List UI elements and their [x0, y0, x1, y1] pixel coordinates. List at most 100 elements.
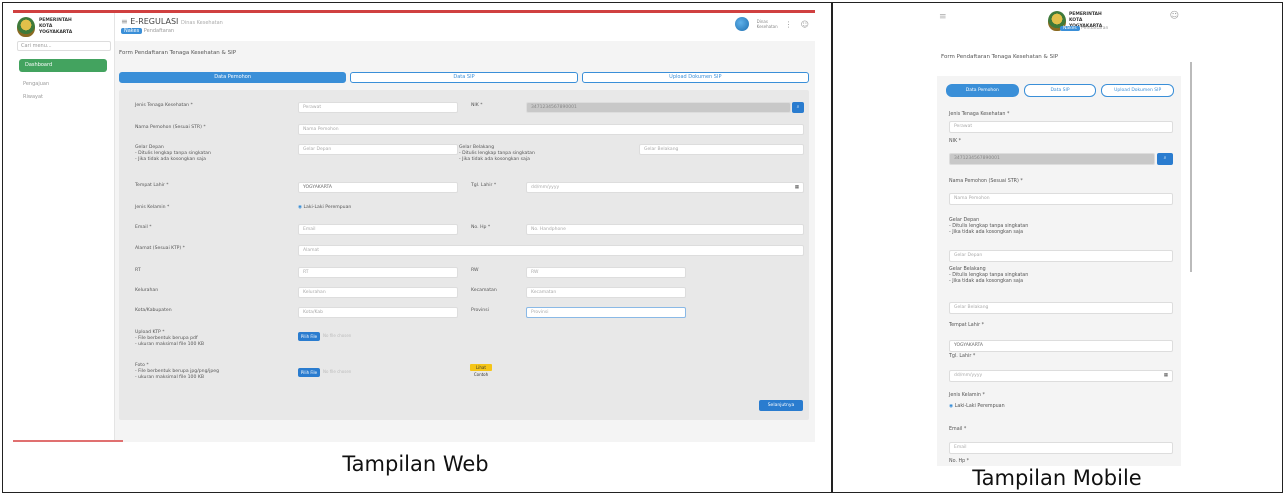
- tab-data-pemohon[interactable]: Data Pemohon: [946, 84, 1019, 97]
- tempat-label: Tempat Lahir *: [949, 323, 985, 328]
- nik-input[interactable]: 3471234567890001: [526, 102, 791, 113]
- gelar-belakang-hint: - Jika tidak ada kosongkan saja: [949, 279, 1024, 284]
- provinsi-input[interactable]: Provinsi: [526, 307, 686, 318]
- nama-input[interactable]: Nama Pemohon: [949, 193, 1173, 205]
- tab-upload-dokumen[interactable]: Upload Dokumen SIP: [1101, 84, 1175, 97]
- footer-accent: [13, 440, 123, 442]
- nama-label: Nama Pemohon (Sesuai STR) *: [949, 179, 1023, 184]
- email-label: Email *: [949, 427, 967, 432]
- grid-icon[interactable]: ⋮: [785, 20, 793, 29]
- pilih-file-foto-button[interactable]: Pilih File: [298, 368, 320, 377]
- nama-label: Nama Pemohon (Sesuai STR) *: [135, 125, 206, 130]
- user-icon[interactable]: ☺: [801, 20, 809, 29]
- kota-label: Kota/Kabupaten: [135, 308, 172, 313]
- foto-hint: - ukuran maksimal file 100 KB: [135, 375, 205, 380]
- kecamatan-input[interactable]: Kecamatan: [526, 287, 686, 298]
- email-input[interactable]: Email: [298, 224, 458, 235]
- globe-icon[interactable]: [734, 17, 749, 31]
- mobile-scrollbar[interactable]: [1190, 62, 1192, 272]
- breadcrumb-item[interactable]: Pendaftaran: [1081, 26, 1108, 31]
- form-title: Form Pendaftaran Tenaga Kesehatan & SIP: [119, 50, 237, 56]
- header: ≡ E-REGULASI Dinas Kesehatan Nakes Penda…: [115, 13, 815, 41]
- app-title-text: E-REGULASI: [130, 17, 179, 26]
- lihat-contoh-button[interactable]: Lihat Contoh: [470, 364, 492, 377]
- jenis-nakes-label: Jenis Tenaga Kesehatan *: [135, 103, 193, 108]
- ktp-file-status: No file chosen: [323, 333, 352, 338]
- email-label: Email *: [135, 225, 152, 230]
- selanjutnya-button[interactable]: Selanjutnya: [759, 400, 803, 411]
- email-input[interactable]: Email: [949, 442, 1173, 454]
- gelar-depan-input[interactable]: Gelar Depan: [298, 144, 458, 155]
- nik-input[interactable]: 3471234567890001: [949, 153, 1155, 165]
- hamburger-icon[interactable]: ≡: [939, 12, 947, 22]
- mobile-form-tabs: Data Pemohon Data SIP Upload Dokumen SIP: [946, 84, 1175, 97]
- mobile-screenshot: ≡ PEMERINTAH KOTA YOGYAKARTA ☺ Nakes Pen…: [933, 8, 1185, 466]
- radio-icon[interactable]: ◉: [949, 404, 953, 409]
- calendar-icon[interactable]: ▦: [1164, 371, 1168, 381]
- rw-input[interactable]: RW: [526, 267, 686, 278]
- rt-label: RT: [135, 268, 141, 273]
- search-nik-button[interactable]: ⌕: [1157, 153, 1173, 165]
- tab-data-pemohon[interactable]: Data Pemohon: [119, 72, 347, 83]
- tgl-input[interactable]: dd/mm/yyyy ▦: [949, 370, 1173, 382]
- nik-label: NIK *: [471, 103, 483, 108]
- pilih-file-ktp-button[interactable]: Pilih File: [298, 332, 320, 341]
- form-card: Jenis Tenaga Kesehatan * Perawat NIK * 3…: [119, 90, 809, 420]
- gelar-belakang-hint: - Jika tidak ada kosongkan saja: [459, 157, 530, 162]
- rw-label: RW: [471, 268, 479, 273]
- mobile-form-title: Form Pendaftaran Tenaga Kesehatan & SIP: [941, 54, 1059, 60]
- user-icon[interactable]: ☺: [1170, 11, 1179, 21]
- alamat-input[interactable]: Alamat: [298, 245, 804, 256]
- jenis-label: Jenis Tenaga Kesehatan *: [949, 112, 1010, 117]
- jenis-nakes-select[interactable]: Perawat: [298, 102, 458, 113]
- kota-input[interactable]: Kota/Kab: [298, 307, 458, 318]
- tgl-lahir-label: Tgl. Lahir *: [471, 183, 497, 188]
- alamat-label: Alamat (Sesuai KTP) *: [135, 246, 185, 251]
- gelar-belakang-input[interactable]: Gelar Belakang: [639, 144, 804, 155]
- tab-data-sip[interactable]: Data SIP: [1023, 84, 1097, 97]
- gelar-belakang-label: Gelar Belakang - Ditulis lengkap tanpa s…: [459, 145, 535, 163]
- hp-input[interactable]: No. Handphone: [526, 224, 804, 235]
- panel-divider: [831, 2, 833, 493]
- hp-label: No. Hp *: [949, 459, 970, 464]
- jk-radio-group[interactable]: ◉ Laki-Laki Perempuan: [949, 404, 1005, 410]
- gelar-belakang-input[interactable]: Gelar Belakang: [949, 302, 1173, 314]
- breadcrumb-badge[interactable]: Nakes: [121, 28, 143, 34]
- gelar-depan-hint: - Jika tidak ada kosongkan saja: [949, 230, 1024, 235]
- search-icon: ⌕: [1163, 156, 1167, 161]
- city-emblem-icon: [17, 17, 35, 37]
- jenis-select[interactable]: Perawat: [949, 121, 1173, 133]
- jk-radio-group[interactable]: ◉ Laki-Laki Perempuan: [298, 205, 351, 211]
- radio-icon[interactable]: ◉: [298, 205, 302, 210]
- breadcrumb-item[interactable]: Pendaftaran: [144, 28, 174, 34]
- breadcrumb: Nakes Pendaftaran: [121, 28, 174, 34]
- nik-label: NIK *: [949, 139, 962, 144]
- calendar-icon[interactable]: ▦: [795, 183, 799, 192]
- logo-text: PEMERINTAH KOTA YOGYAKARTA: [39, 18, 73, 35]
- sidebar-search-input[interactable]: Cari menu...: [17, 41, 111, 51]
- foto-file-status: No file chosen: [323, 369, 352, 374]
- header-actions: Dinas Kesehatan ⋮ ☺: [734, 17, 809, 31]
- kelurahan-input[interactable]: Kelurahan: [298, 287, 458, 298]
- nama-input[interactable]: Nama Pemohon: [298, 124, 804, 135]
- hp-label: No. Hp *: [471, 225, 491, 230]
- tgl-lahir-input[interactable]: dd/mm/yyyy ▦: [526, 182, 804, 193]
- rt-input[interactable]: RT: [298, 267, 458, 278]
- upload-ktp-label: Upload KTP * - File berbentuk berupa pdf…: [135, 330, 204, 348]
- breadcrumb-badge[interactable]: Nakes: [1060, 26, 1080, 31]
- sidebar-item-pengajuan[interactable]: Pengajuan: [23, 81, 49, 87]
- gelar-depan-input[interactable]: Gelar Depan: [949, 250, 1173, 262]
- tab-upload-dokumen[interactable]: Upload Dokumen SIP: [581, 72, 809, 83]
- tempat-input[interactable]: YOGYAKARTA: [949, 340, 1173, 352]
- tempat-lahir-input[interactable]: YOGYAKARTA: [298, 182, 458, 193]
- sidebar-item-riwayat[interactable]: Riwayat: [23, 94, 43, 100]
- gelar-belakang-label: Gelar Belakang - Ditulis lengkap tanpa s…: [949, 267, 1028, 285]
- provinsi-label: Provinsi: [471, 308, 489, 313]
- logo[interactable]: PEMERINTAH KOTA YOGYAKARTA: [17, 17, 83, 37]
- sidebar-item-dashboard[interactable]: Dashboard: [19, 59, 107, 72]
- foto-label: Foto * - File berbentuk berupa jpg/png/j…: [135, 363, 219, 381]
- menu-icon[interactable]: ≡: [121, 17, 128, 26]
- web-caption: Tampilan Web: [342, 452, 489, 476]
- tab-data-sip[interactable]: Data SIP: [350, 72, 578, 83]
- search-nik-button[interactable]: ⌕: [792, 102, 804, 113]
